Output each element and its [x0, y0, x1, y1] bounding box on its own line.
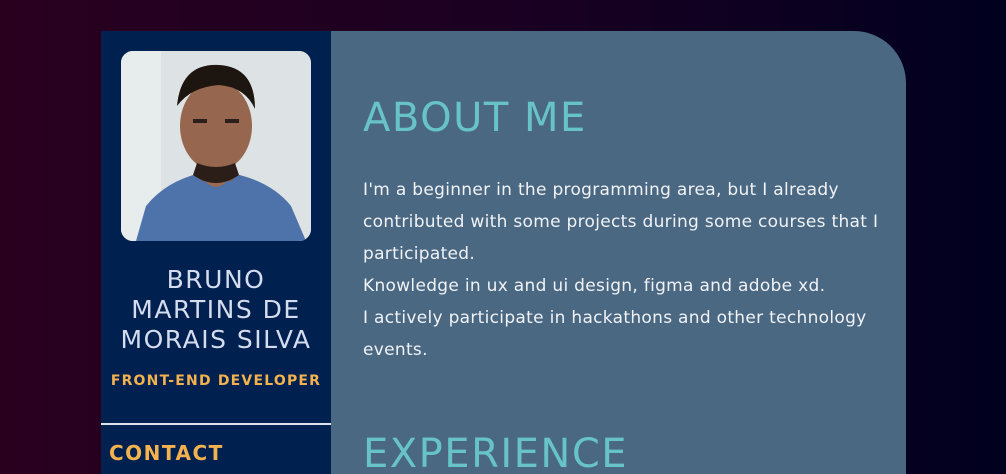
about-paragraph: Knowledge in ux and ui design, figma and… — [363, 276, 826, 296]
about-paragraph: I'm a beginner in the programming area, … — [363, 180, 879, 264]
profile-photo — [121, 51, 311, 241]
experience-heading: EXPERIENCE — [363, 431, 629, 474]
resume-card: BRUNO MARTINS DE MORAIS SILVA FRONT-END … — [101, 31, 906, 474]
profile-role: FRONT-END DEVELOPER — [110, 373, 322, 389]
contact-heading: CONTACT — [109, 441, 224, 465]
about-text: I'm a beginner in the programming area, … — [363, 174, 883, 366]
content-panel: ABOUT ME I'm a beginner in the programmi… — [331, 31, 906, 474]
profile-sidebar: BRUNO MARTINS DE MORAIS SILVA FRONT-END … — [101, 31, 331, 474]
about-heading: ABOUT ME — [363, 95, 587, 141]
about-paragraph: I actively participate in hackathons and… — [363, 308, 867, 360]
profile-name: BRUNO MARTINS DE MORAIS SILVA — [120, 265, 312, 354]
profile-photo-image — [121, 51, 311, 241]
sidebar-divider — [101, 423, 331, 425]
